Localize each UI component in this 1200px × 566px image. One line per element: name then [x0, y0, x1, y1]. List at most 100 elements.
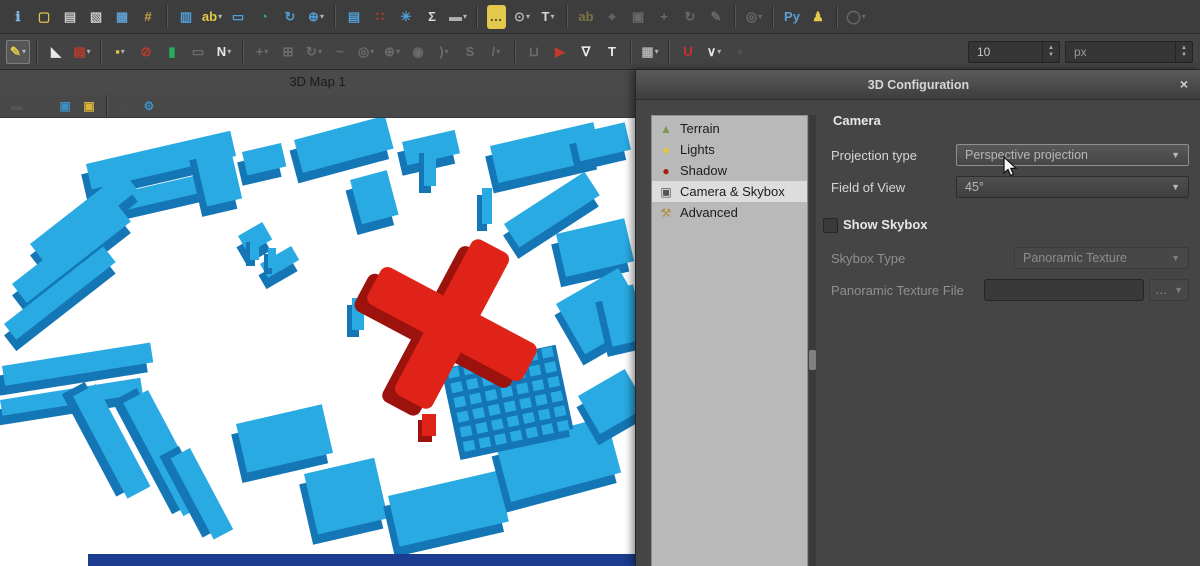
split-features-icon[interactable]: /▾ [484, 40, 508, 64]
rotate-label-icon[interactable]: ↻ [678, 5, 702, 29]
scrollbar-thumb[interactable] [809, 350, 816, 370]
zoom-in-icon[interactable]: ⊕▾ [304, 5, 328, 29]
dock-panel-icon[interactable]: ▬ [6, 96, 28, 116]
offset-curve-icon[interactable]: )▾ [432, 40, 456, 64]
export-scene-icon[interactable]: ▣ [78, 96, 100, 116]
dropdown-arrow-icon[interactable]: ▾ [264, 47, 268, 56]
change-label-icon[interactable]: ✎ [704, 5, 728, 29]
map-tips-icon[interactable]: … [484, 5, 508, 29]
field-calculator-icon[interactable]: # [136, 5, 160, 29]
zoom-full-icon[interactable]: ⊙▾ [510, 5, 534, 29]
dropdown-arrow-icon[interactable]: ▾ [318, 47, 322, 56]
snapping-unit-combobox[interactable]: px ▲▼ [1065, 41, 1193, 63]
dropdown-arrow-icon[interactable]: ▾ [862, 12, 866, 21]
reshape-features-icon[interactable]: S [458, 40, 482, 64]
save-scene-icon[interactable]: ▣ [54, 96, 76, 116]
snapping-magnet-icon[interactable]: U [676, 40, 700, 64]
tracing-icon[interactable]: ▫ [728, 40, 752, 64]
identify-features-icon[interactable]: ℹ [6, 5, 30, 29]
python-console-icon[interactable]: Py [780, 5, 804, 29]
digitize-shape-icon[interactable]: ▪▾ [108, 40, 132, 64]
toggle-editing-icon[interactable]: ◣ [44, 40, 68, 64]
select-features-icon[interactable]: ▢ [32, 5, 56, 29]
nav-item-advanced[interactable]: ⚒Advanced [652, 202, 807, 223]
open-attribute-table-icon[interactable]: ▦ [110, 5, 134, 29]
skybox-type-combobox[interactable]: Panoramic Texture ▼ [1014, 247, 1189, 269]
vertex-tool-icon[interactable]: N▾ [212, 40, 236, 64]
disable-edit-icon[interactable]: ⊘ [134, 40, 158, 64]
dropdown-arrow-icon[interactable]: ▾ [655, 47, 659, 56]
play-animation-icon[interactable]: ▷ [30, 96, 52, 116]
draw-shape-icon[interactable]: ◯▾ [844, 5, 868, 29]
label-options-icon[interactable]: ab [574, 5, 598, 29]
dropdown-arrow-icon[interactable]: ▾ [463, 12, 467, 21]
configure-3d-icon[interactable]: ⚙ [138, 96, 160, 116]
dropdown-arrow-icon[interactable]: ▾ [550, 12, 554, 21]
dropdown-arrow-icon[interactable]: ▾ [370, 47, 374, 56]
fill-ring-icon[interactable]: ◉ [406, 40, 430, 64]
labeling-icon[interactable]: ab▾ [200, 5, 224, 29]
statistics-sum-icon[interactable]: Σ [420, 5, 444, 29]
dropdown-arrow-icon[interactable]: ▾ [445, 47, 449, 56]
grid-icon[interactable]: ▦▾ [638, 40, 662, 64]
move-annotation-icon[interactable]: T [600, 40, 624, 64]
nav-scrollbar[interactable] [809, 115, 816, 566]
current-edits-icon[interactable]: ✎▾ [6, 40, 30, 64]
snapping-options-icon[interactable]: ∨▾ [702, 40, 726, 64]
show-skybox-checkbox[interactable] [823, 218, 838, 233]
pin-labels-icon[interactable]: ⌖ [600, 5, 624, 29]
nav-item-lights[interactable]: ●Lights [652, 139, 807, 160]
nav-item-terrain[interactable]: ▲Terrain [652, 118, 807, 139]
delete-selected-icon[interactable]: ▭ [186, 40, 210, 64]
texture-file-input[interactable] [984, 279, 1144, 301]
add-line-icon[interactable]: ▮ [160, 40, 184, 64]
highlight-pinned-labels-icon[interactable]: ▣ [626, 5, 650, 29]
move-label-icon[interactable]: + [652, 5, 676, 29]
refresh-map-icon[interactable]: ↻ [278, 5, 302, 29]
spinner-arrows-icon[interactable]: ▲▼ [1175, 42, 1192, 62]
add-part-icon[interactable]: ⊕▾ [380, 40, 404, 64]
dropdown-arrow-icon[interactable]: ▾ [717, 47, 721, 56]
dropdown-arrow-icon[interactable]: ▾ [121, 47, 125, 56]
nav-item-shadow[interactable]: ●Shadow [652, 160, 807, 181]
dropdown-arrow-icon[interactable]: ▾ [526, 12, 530, 21]
dropdown-arrow-icon[interactable]: ▾ [218, 12, 222, 21]
move-feature-icon[interactable]: +▾ [250, 40, 274, 64]
show-skybox-label[interactable]: Show Skybox [843, 217, 928, 232]
snapping-tolerance-spinbox[interactable]: 10 ▲▼ [968, 41, 1060, 63]
nearby-circles-icon[interactable]: ◎▾ [742, 5, 766, 29]
3d-viewport[interactable] [0, 118, 635, 566]
nav-item-camera-skybox[interactable]: ▣Camera & Skybox [652, 181, 807, 202]
simplify-feature-icon[interactable]: ~ [328, 40, 352, 64]
open-data-table-icon[interactable]: ▤ [342, 5, 366, 29]
eye-icon[interactable]: ◉ [114, 96, 136, 116]
snowflake-icon[interactable]: ✳ [394, 5, 418, 29]
vertex-marker-icon[interactable]: ∇ [574, 40, 598, 64]
close-icon[interactable]: × [1173, 70, 1195, 98]
dropdown-arrow-icon[interactable]: ▾ [87, 47, 91, 56]
text-annotation-icon[interactable]: T▾ [536, 5, 560, 29]
map-canvas-icon[interactable]: ▭ [226, 5, 250, 29]
field-of-view-combobox[interactable]: 45° ▼ [956, 176, 1189, 198]
rotate-feature-icon[interactable]: ↻▾ [302, 40, 326, 64]
plugin-icon[interactable]: ♟ [806, 5, 830, 29]
layer-monitor-icon[interactable]: ▥ [174, 5, 198, 29]
copy-features-icon[interactable]: ⊞ [276, 40, 300, 64]
dropdown-arrow-icon[interactable]: ▾ [227, 47, 231, 56]
save-edits-icon[interactable]: ▤▾ [70, 40, 94, 64]
temporal-controller-icon[interactable]: ◔ [252, 5, 276, 29]
projection-type-combobox[interactable]: Perspective projection ▼ [956, 144, 1189, 166]
dropdown-arrow-icon[interactable]: ▾ [496, 47, 500, 56]
dropdown-arrow-icon[interactable]: ▾ [396, 47, 400, 56]
dialog-titlebar[interactable]: 3D Configuration × [636, 70, 1200, 100]
add-ring-icon[interactable]: ◎▾ [354, 40, 378, 64]
deselect-features-icon[interactable]: ▧ [84, 5, 108, 29]
spinner-arrows-icon[interactable]: ▲▼ [1042, 42, 1059, 62]
point-matrix-icon[interactable]: ∷ [368, 5, 392, 29]
measure-icon[interactable]: ▬▾ [446, 5, 470, 29]
dropdown-arrow-icon[interactable]: ▾ [320, 12, 324, 21]
curve-arrow-icon[interactable]: ▶ [548, 40, 572, 64]
dropdown-arrow-icon[interactable]: ▾ [22, 47, 26, 56]
dropdown-arrow-icon[interactable]: ▾ [758, 12, 762, 21]
merge-features-icon[interactable]: ⊔ [522, 40, 546, 64]
